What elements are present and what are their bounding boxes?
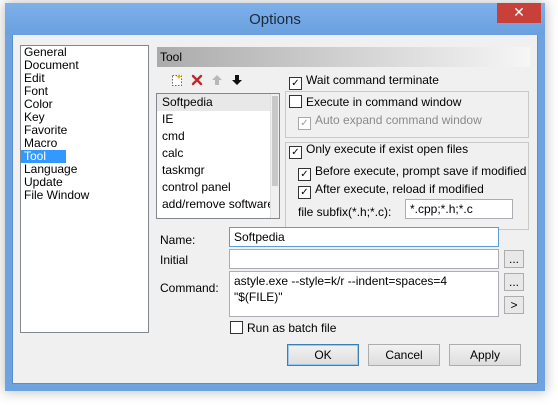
cancel-button[interactable]: Cancel — [368, 344, 440, 366]
tool-item-taskmgr[interactable]: taskmgr — [157, 162, 279, 179]
execute-in-command-window-checkbox[interactable] — [289, 95, 302, 108]
new-icon[interactable] — [169, 73, 185, 89]
file-subfix-label: file subfix(*.h;*.c): — [298, 205, 392, 219]
command-insert-button[interactable]: > — [504, 296, 524, 314]
file-subfix-input[interactable]: *.cpp;*.h;*.c — [405, 199, 513, 219]
scroll-thumb[interactable] — [272, 96, 278, 186]
apply-button[interactable]: Apply — [449, 344, 521, 366]
name-label: Name: — [160, 233, 196, 247]
tool-item-ie[interactable]: IE — [157, 111, 279, 128]
command-label: Command: — [160, 281, 219, 295]
after-execute-reload-option[interactable]: ✓ After execute, reload if modified — [298, 181, 484, 199]
tool-item-softpedia[interactable]: Softpedia — [157, 94, 279, 111]
initial-label: Initial — [160, 253, 189, 267]
category-list[interactable]: General Document Edit Font Color Key Fav… — [20, 45, 149, 333]
only-execute-if-open-files-option[interactable]: ✓ Only execute if exist open files — [289, 141, 469, 159]
tool-list[interactable]: Softpedia IE cmd calc taskmgr control pa… — [156, 93, 280, 219]
tool-item-cmd[interactable]: cmd — [157, 128, 279, 145]
run-as-batch-label: Run as batch file — [247, 321, 337, 335]
category-file-window[interactable]: File Window — [21, 189, 148, 202]
initial-browse-button[interactable]: ... — [504, 250, 524, 268]
tool-list-scrollbar[interactable] — [270, 94, 279, 218]
title-bar[interactable]: Options ✕ — [5, 3, 545, 35]
execute-in-command-window-label: Execute in command window — [306, 95, 462, 109]
move-up-icon[interactable] — [209, 73, 225, 89]
window-title: Options — [249, 11, 301, 28]
close-button[interactable]: ✕ — [497, 3, 541, 23]
options-dialog: Options ✕ General Document Edit Font Col… — [5, 3, 545, 384]
before-execute-prompt-save-checkbox[interactable]: ✓ — [298, 168, 311, 181]
tool-item-calc[interactable]: calc — [157, 145, 279, 162]
before-execute-prompt-save-option[interactable]: ✓ Before execute, prompt save if modified — [298, 163, 527, 181]
only-execute-if-open-files-label: Only execute if exist open files — [306, 142, 469, 156]
before-execute-prompt-save-label: Before execute, prompt save if modified — [315, 164, 527, 178]
tool-item-control-panel[interactable]: control panel — [157, 179, 279, 196]
auto-expand-command-window-checkbox: ✓ — [298, 117, 311, 130]
initial-input[interactable] — [229, 249, 499, 269]
auto-expand-command-window-label: Auto expand command window — [315, 113, 482, 127]
auto-expand-command-window-option: ✓ Auto expand command window — [298, 112, 482, 130]
only-execute-if-open-files-checkbox[interactable]: ✓ — [289, 146, 302, 159]
tool-item-add-remove-software[interactable]: add/remove software — [157, 196, 279, 213]
delete-icon[interactable] — [189, 73, 205, 89]
after-execute-reload-label: After execute, reload if modified — [315, 182, 484, 196]
name-input[interactable]: Softpedia — [229, 227, 499, 247]
run-as-batch-option[interactable]: Run as batch file — [230, 320, 336, 336]
move-down-icon[interactable] — [229, 73, 245, 89]
ok-button[interactable]: OK — [287, 344, 359, 366]
dialog-client-area: General Document Edit Font Color Key Fav… — [13, 35, 537, 383]
wait-command-terminate-checkbox[interactable]: ✓ — [289, 77, 302, 90]
wait-command-terminate-option[interactable]: ✓ Wait command terminate — [289, 72, 439, 90]
section-header: Tool — [157, 47, 530, 67]
wait-command-terminate-label: Wait command terminate — [306, 73, 439, 87]
command-input[interactable]: astyle.exe --style=k/r --indent=spaces=4… — [229, 271, 499, 317]
after-execute-reload-checkbox[interactable]: ✓ — [298, 186, 311, 199]
execute-in-command-window-option[interactable]: Execute in command window — [289, 94, 461, 110]
run-as-batch-checkbox[interactable] — [230, 321, 243, 334]
command-browse-button[interactable]: ... — [504, 273, 524, 291]
